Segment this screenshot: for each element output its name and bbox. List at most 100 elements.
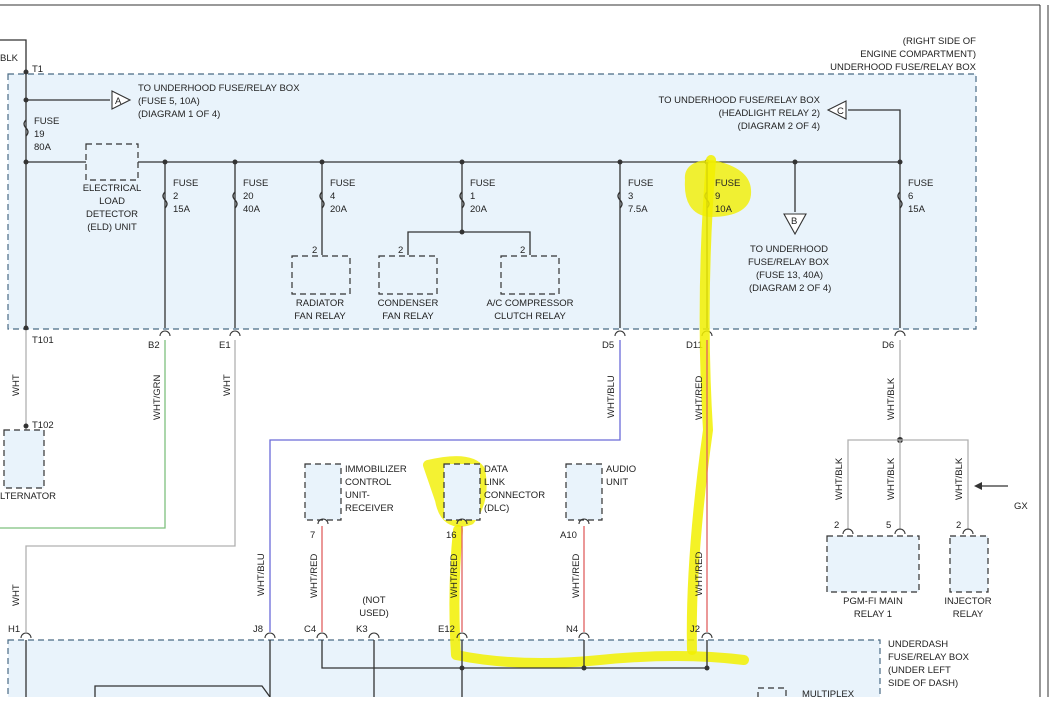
blk-label: BLK <box>0 53 19 64</box>
injector-relay <box>949 535 989 593</box>
condenser-l1: CONDENSER <box>378 298 439 309</box>
arrow-c-line1: TO UNDERHOOD FUSE/RELAY BOX <box>658 95 820 106</box>
gx-label: GX <box>1014 501 1028 512</box>
fuse-20-l1: FUSE <box>243 178 268 189</box>
alternator <box>3 429 45 489</box>
arrow-a-line1: TO UNDERHOOD FUSE/RELAY BOX <box>138 83 300 94</box>
ac-compressor-clutch-relay <box>500 255 560 295</box>
arrow-c-letter: C <box>837 106 844 117</box>
underdash-l4: SIDE OF DASH) <box>888 678 958 689</box>
arrow-b-line4: (DIAGRAM 2 OF 4) <box>749 283 831 294</box>
fuse-19-l2: 19 <box>34 129 45 140</box>
dlc-l2: LINK <box>484 477 506 488</box>
whtgrn-label: WHT/GRN <box>152 374 163 420</box>
radiator-pin: 2 <box>312 245 317 256</box>
n4-label: N4 <box>566 624 578 635</box>
arrow-b-line1: TO UNDERHOOD <box>750 244 828 255</box>
wht-label-2: WHT <box>222 374 233 396</box>
whtred-label-c4: WHT/RED <box>309 554 320 598</box>
dlc-pin: 16 <box>446 530 457 541</box>
wht-blk-branch <box>847 439 969 530</box>
not-used-l1: (NOT <box>362 595 385 606</box>
immob-pin: 7 <box>310 530 315 541</box>
audio-l2: UNIT <box>606 477 628 488</box>
whtred-label-d11b: WHT/RED <box>694 552 705 596</box>
node-n4 <box>581 665 587 671</box>
ac-pin: 2 <box>520 245 525 256</box>
t101-label: T101 <box>32 335 54 346</box>
wiring-diagram-svg: (RIGHT SIDE OF ENGINE COMPARTMENT) UNDER… <box>0 4 1049 701</box>
fuse-6-l1: FUSE <box>908 178 933 189</box>
gx-arrow-icon <box>974 482 982 490</box>
h1-label: H1 <box>8 624 20 635</box>
eld-l2: LOAD <box>99 196 125 207</box>
fuse-20-l2: 20 <box>243 191 254 202</box>
pgm-fi-main-relay <box>826 535 920 593</box>
whtblu-label-1: WHT/BLU <box>606 375 617 418</box>
multiplex-unit <box>757 687 787 701</box>
underdash-l2: FUSE/RELAY BOX <box>888 652 970 663</box>
fuse-3-l3: 7.5A <box>628 204 648 215</box>
dlc-l1: DATA <box>484 464 509 475</box>
fuse-19-l3: 80A <box>34 142 52 153</box>
pgm-l1: PGM-FI MAIN <box>843 596 903 607</box>
bus-node-0 <box>23 159 29 165</box>
whtblu-label-2: WHT/BLU <box>256 553 267 596</box>
node-j2 <box>704 665 710 671</box>
fuse-3-l1: FUSE <box>628 178 653 189</box>
eld-l4: (ELD) UNIT <box>87 222 137 233</box>
fuse-4-l1: FUSE <box>330 178 355 189</box>
underdash-l1: UNDERDASH <box>888 639 948 650</box>
fuse-9-l3: 10A <box>715 204 733 215</box>
alternator-label: LTERNATOR <box>0 491 56 502</box>
header-line-1: (RIGHT SIDE OF <box>903 36 976 47</box>
e12-label: E12 <box>438 624 455 635</box>
wiring-diagram: (RIGHT SIDE OF ENGINE COMPARTMENT) UNDER… <box>0 0 1062 701</box>
fuse-9-l1: FUSE <box>715 178 740 189</box>
fuse-1-l3: 20A <box>470 204 488 215</box>
immob-l3: UNIT- <box>345 490 370 501</box>
whtred-label-n4: WHT/RED <box>571 554 582 598</box>
dlc-l3: CONNECTOR <box>484 490 545 501</box>
underdash-l3: (UNDER LEFT <box>888 665 951 676</box>
arrow-a-letter: A <box>115 96 122 107</box>
whtblk-label-4: WHT/BLK <box>954 457 965 500</box>
fuse-2-l2: 2 <box>173 191 178 202</box>
immob-l2: CONTROL <box>345 477 391 488</box>
arrow-b-letter: B <box>791 216 797 227</box>
whtred-label-d11a: WHT/RED <box>694 376 705 420</box>
pgm-l2: RELAY 1 <box>854 609 892 620</box>
fuse-2-l1: FUSE <box>173 178 198 189</box>
arrow-a-line3: (DIAGRAM 1 OF 4) <box>138 109 220 120</box>
e1-label: E1 <box>219 340 231 351</box>
condenser-fan-relay <box>378 255 438 295</box>
fuse-6-l3: 15A <box>908 204 926 215</box>
header-line-3: UNDERHOOD FUSE/RELAY BOX <box>830 62 977 73</box>
not-used-l2: USED) <box>359 608 389 619</box>
fuse-9-l2: 9 <box>715 191 720 202</box>
injector-pin-2: 2 <box>956 520 961 531</box>
audio-l1: AUDIO <box>606 464 636 475</box>
fuse-20-l3: 40A <box>243 204 261 215</box>
underhood-connector-arcs <box>159 330 906 337</box>
multiplex-label: MULTIPLEX <box>802 689 855 697</box>
j2-label: J2 <box>690 624 700 635</box>
k3-label: K3 <box>356 624 368 635</box>
eld-l3: DETECTOR <box>86 209 138 220</box>
header-line-2: ENGINE COMPARTMENT) <box>860 49 976 60</box>
c4-label: C4 <box>304 624 316 635</box>
whtblk-label-3: WHT/BLK <box>886 457 897 500</box>
arrow-b-line2: FUSE/RELAY BOX <box>748 257 830 268</box>
pgm-pin-2: 2 <box>834 520 839 531</box>
ac-l1: A/C COMPRESSOR <box>486 298 573 309</box>
arrow-b-line3: (FUSE 13, 40A) <box>756 270 823 281</box>
wht-label-3: WHT <box>11 584 22 606</box>
immob-l4: RECEIVER <box>345 503 394 514</box>
t101-node <box>23 325 29 331</box>
audio-unit <box>565 463 603 521</box>
pgm-connector-arcs <box>842 528 974 535</box>
injector-l2: RELAY <box>953 609 984 620</box>
radiator-l1: RADIATOR <box>296 298 344 309</box>
condenser-pin: 2 <box>398 245 403 256</box>
fuse-3-l2: 3 <box>628 191 633 202</box>
